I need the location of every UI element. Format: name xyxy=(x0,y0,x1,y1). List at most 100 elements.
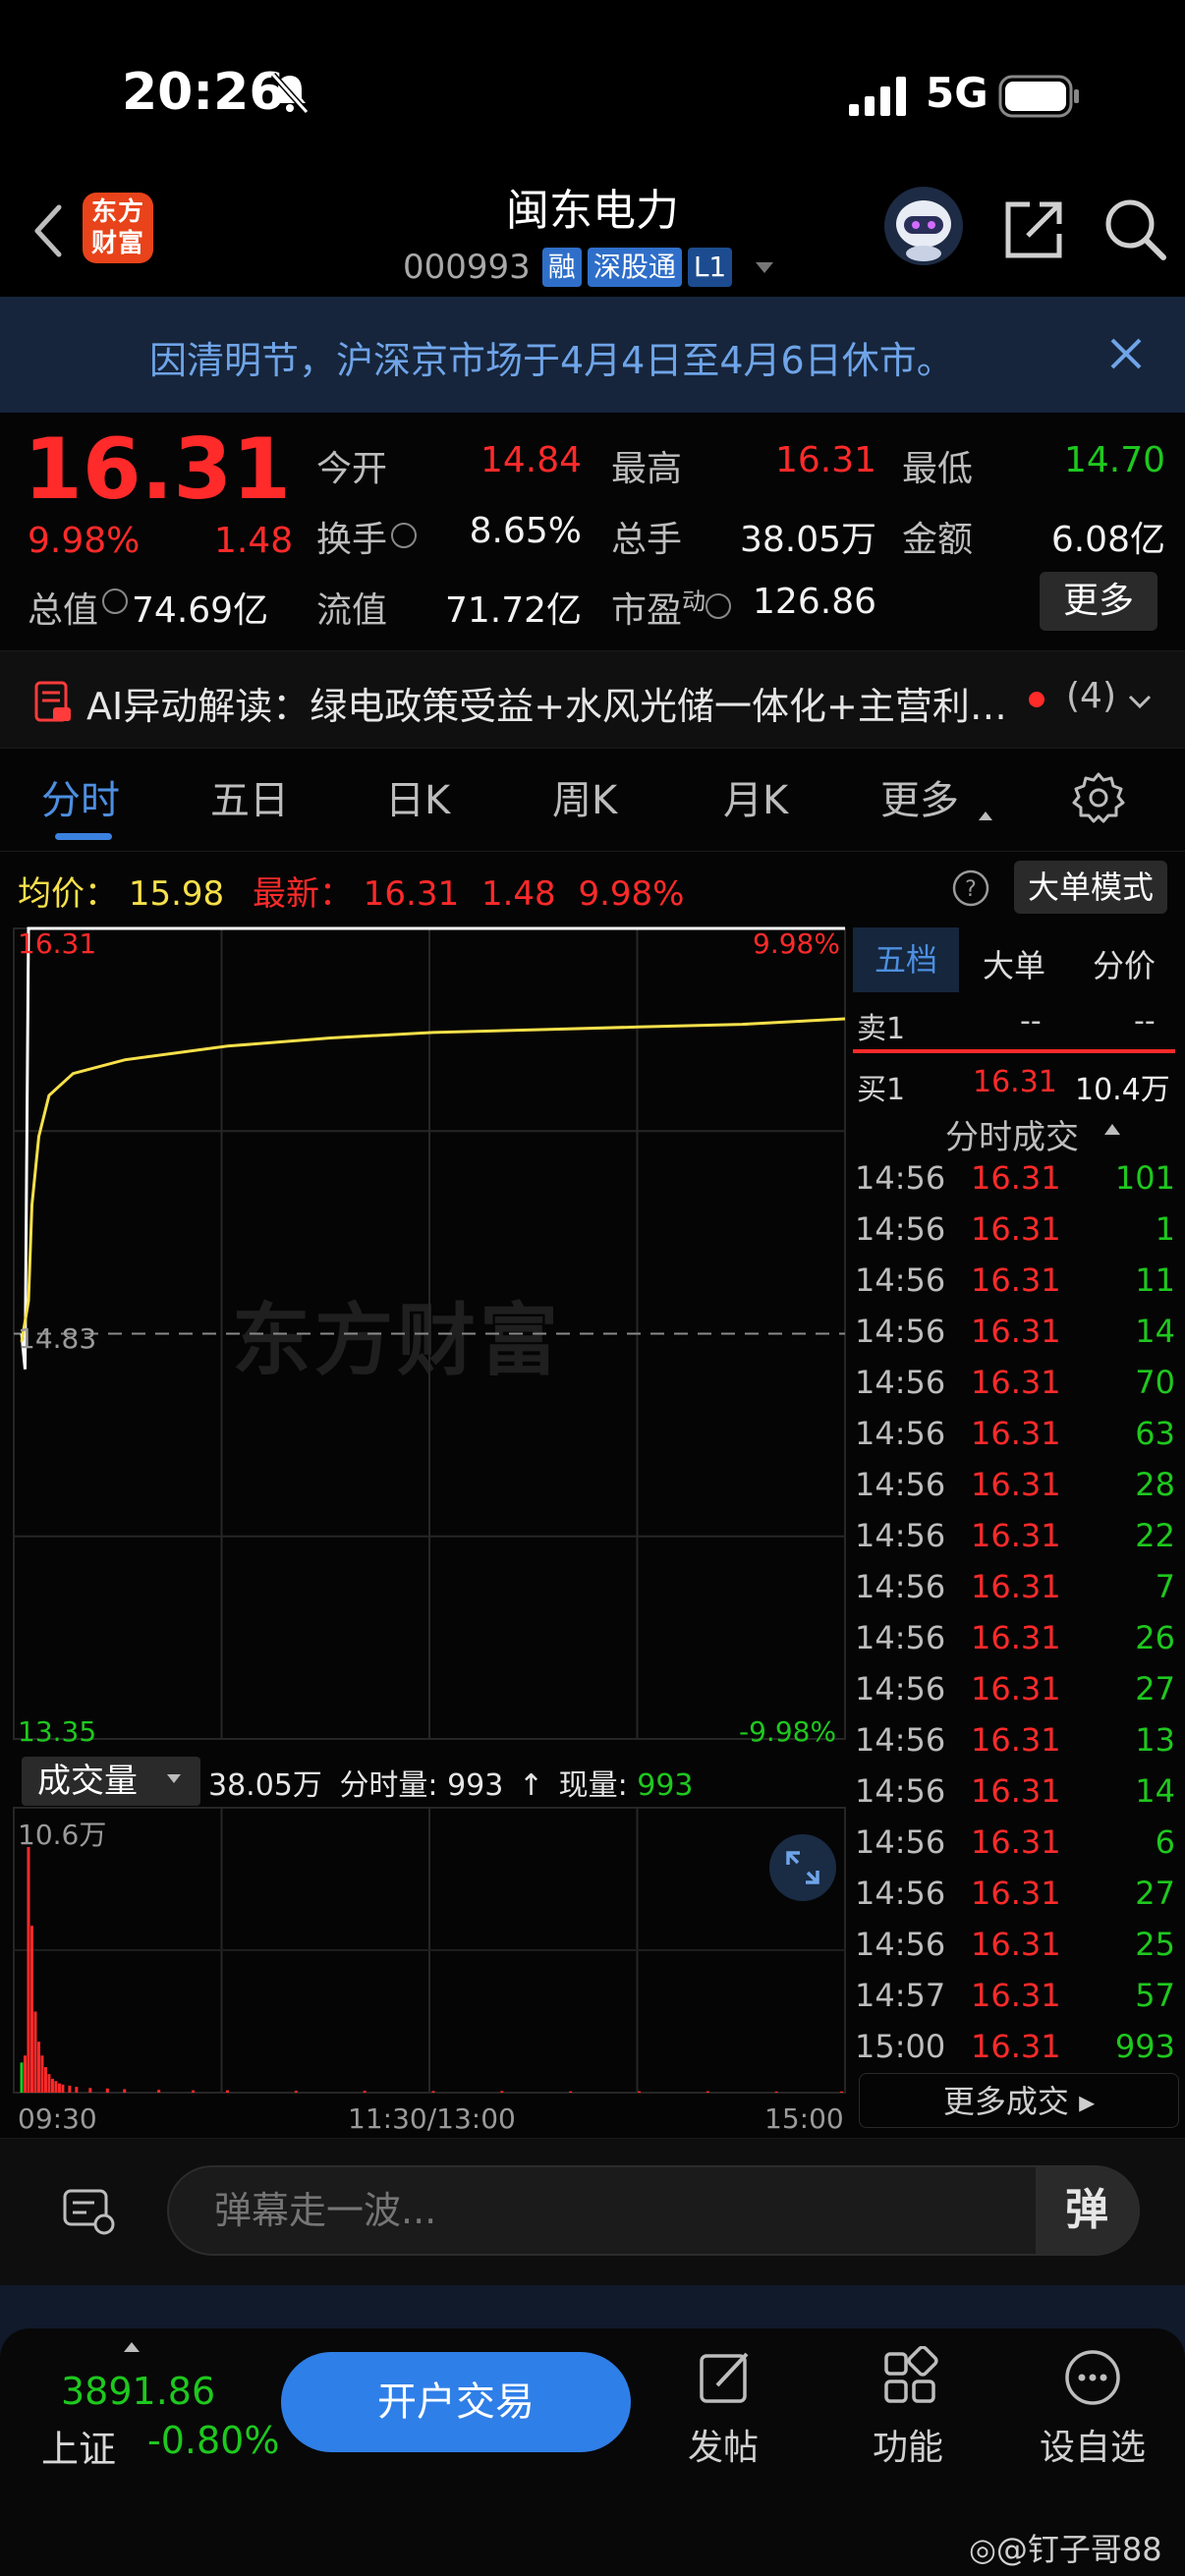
volume-bar xyxy=(500,2091,504,2093)
list-item: 14:56 16.31 14 xyxy=(855,1313,1175,1364)
tab-price-distribution[interactable]: 分价 xyxy=(1093,941,1156,986)
high-value: 16.31 xyxy=(774,440,876,480)
list-item: 14:56 16.31 1 xyxy=(855,1210,1175,1261)
volume-value: 38.05万 xyxy=(739,520,876,560)
list-item: 14:56 16.31 27 xyxy=(855,1670,1175,1721)
tab-more[interactable]: 更多 xyxy=(880,768,959,825)
chevron-down-icon xyxy=(756,261,774,273)
tab-five-levels[interactable]: 五档 xyxy=(853,927,959,992)
chart-grid xyxy=(13,927,846,2094)
pe-label[interactable]: 市盈动 xyxy=(611,582,735,633)
tab-five-day[interactable]: 五日 xyxy=(210,768,289,825)
list-item: 14:56 16.31 28 xyxy=(855,1466,1175,1517)
robot-assistant-icon[interactable] xyxy=(882,185,965,267)
tick-volume: 63 xyxy=(1135,1415,1175,1452)
volume-bar xyxy=(47,2074,51,2093)
tab-big-orders[interactable]: 大单 xyxy=(983,941,1045,986)
tab-intraday[interactable]: 分时 xyxy=(41,768,120,825)
tick-price: 16.31 xyxy=(971,1875,1061,1912)
tick-price: 16.31 xyxy=(971,2028,1061,2065)
open-account-trade-button[interactable]: 开户交易 xyxy=(281,2352,631,2452)
tag-connect: 深股通 xyxy=(587,248,682,287)
chevron-down-icon[interactable] xyxy=(1126,688,1154,715)
buy1-label: 买1 xyxy=(857,1073,906,1107)
active-tab-indicator xyxy=(55,833,112,840)
svg-text:?: ? xyxy=(965,877,977,902)
volume-bar xyxy=(36,2042,40,2093)
tick-volume: 1 xyxy=(1155,1210,1175,1248)
volume-label: 总手 xyxy=(611,520,683,560)
volume-bar xyxy=(43,2067,47,2093)
expand-icon[interactable] xyxy=(768,1833,837,1902)
ai-document-icon xyxy=(34,681,71,722)
list-item: 14:56 16.31 11 xyxy=(855,1261,1175,1313)
turnover-label-text: 换手 xyxy=(316,520,388,560)
volume-bar xyxy=(40,2055,44,2093)
average-series-line xyxy=(20,1017,846,1343)
volume-bar xyxy=(157,2090,161,2093)
time-label-midday: 11:30/13:00 xyxy=(348,2102,516,2135)
volume-bar xyxy=(192,2090,196,2093)
tick-time: 14:56 xyxy=(855,1670,946,1708)
post-label[interactable]: 发帖 xyxy=(664,2419,782,2470)
open-label: 今开 xyxy=(316,449,388,489)
volume-bar xyxy=(705,2091,709,2093)
chat-settings-icon[interactable] xyxy=(59,2181,118,2240)
buy1-volume: 10.4万 xyxy=(1075,1073,1170,1107)
close-icon[interactable] xyxy=(1104,332,1148,375)
intraday-chart[interactable] xyxy=(0,924,849,2138)
tab-monthly-k[interactable]: 月K xyxy=(723,768,788,825)
credit-text: @钉子哥88 xyxy=(995,2531,1162,2568)
index-expand-icon[interactable] xyxy=(124,2342,140,2352)
search-icon[interactable] xyxy=(1100,195,1169,263)
more-button[interactable]: 更多 xyxy=(1040,572,1157,631)
big-order-mode-button[interactable]: 大单模式 xyxy=(1014,861,1167,914)
tab-daily-k[interactable]: 日K xyxy=(385,768,450,825)
list-item: 14:56 16.31 13 xyxy=(855,1721,1175,1772)
index-value[interactable]: 3891.86 xyxy=(61,2370,215,2413)
tick-price: 16.31 xyxy=(971,1823,1061,1861)
sort-up-icon[interactable] xyxy=(1104,1124,1120,1135)
tick-time: 14:56 xyxy=(855,1517,946,1554)
gear-icon[interactable] xyxy=(1071,770,1126,825)
volume-bar xyxy=(840,2091,844,2093)
last-price: 16.31 xyxy=(24,420,292,519)
tick-volume: 6 xyxy=(1155,1823,1175,1861)
post-edit-icon[interactable] xyxy=(694,2346,757,2409)
index-percent[interactable]: -0.80% xyxy=(147,2419,279,2462)
signal-icon xyxy=(849,77,906,116)
danmu-input[interactable] xyxy=(167,2165,1140,2256)
limit-up-divider xyxy=(853,1049,1175,1053)
avg-value: 15.98 xyxy=(128,874,225,914)
more-trades-button[interactable]: 更多成交 ▸ xyxy=(859,2073,1179,2128)
share-icon[interactable] xyxy=(1000,195,1069,263)
volume-bar xyxy=(23,2055,27,2093)
function-label[interactable]: 功能 xyxy=(849,2419,967,2470)
tab-weekly-k[interactable]: 周K xyxy=(552,768,617,825)
tick-time: 14:56 xyxy=(855,1568,946,1605)
tag-level: L1 xyxy=(687,248,733,287)
watchlist-label[interactable]: 设自选 xyxy=(1034,2419,1152,2470)
help-icon[interactable]: ? xyxy=(951,868,990,908)
tick-price: 16.31 xyxy=(971,1568,1061,1605)
index-name[interactable]: 上证 xyxy=(41,2419,116,2473)
tick-price: 16.31 xyxy=(971,1261,1061,1299)
axis-bottom-price: 13.35 xyxy=(18,1715,97,1748)
watchlist-more-icon[interactable] xyxy=(1061,2346,1124,2409)
weibo-icon: ◎ xyxy=(969,2531,996,2568)
function-grid-icon[interactable] xyxy=(878,2346,941,2409)
stock-subline[interactable]: 000993 融 深股通 L1 xyxy=(403,244,774,291)
turnover-label[interactable]: 换手 xyxy=(316,511,421,562)
volume-bar xyxy=(569,2091,573,2093)
tick-time: 14:56 xyxy=(855,1466,946,1503)
tick-price: 16.31 xyxy=(971,1772,1061,1810)
tick-volume: 11 xyxy=(1135,1261,1175,1299)
tick-volume: 27 xyxy=(1135,1875,1175,1912)
total-value-row[interactable]: 总值 74.69亿 xyxy=(28,582,268,633)
ai-insight-text: AI异动解读：绿电政策受益+水风光储一体化+主营利… xyxy=(86,685,1007,728)
tick-volume: 28 xyxy=(1135,1466,1175,1503)
tick-volume: 14 xyxy=(1135,1772,1175,1810)
danmu-toggle-button[interactable]: 弹 xyxy=(1036,2167,1138,2254)
tick-price: 16.31 xyxy=(971,1364,1061,1401)
time-label-close: 15:00 xyxy=(764,2102,844,2135)
